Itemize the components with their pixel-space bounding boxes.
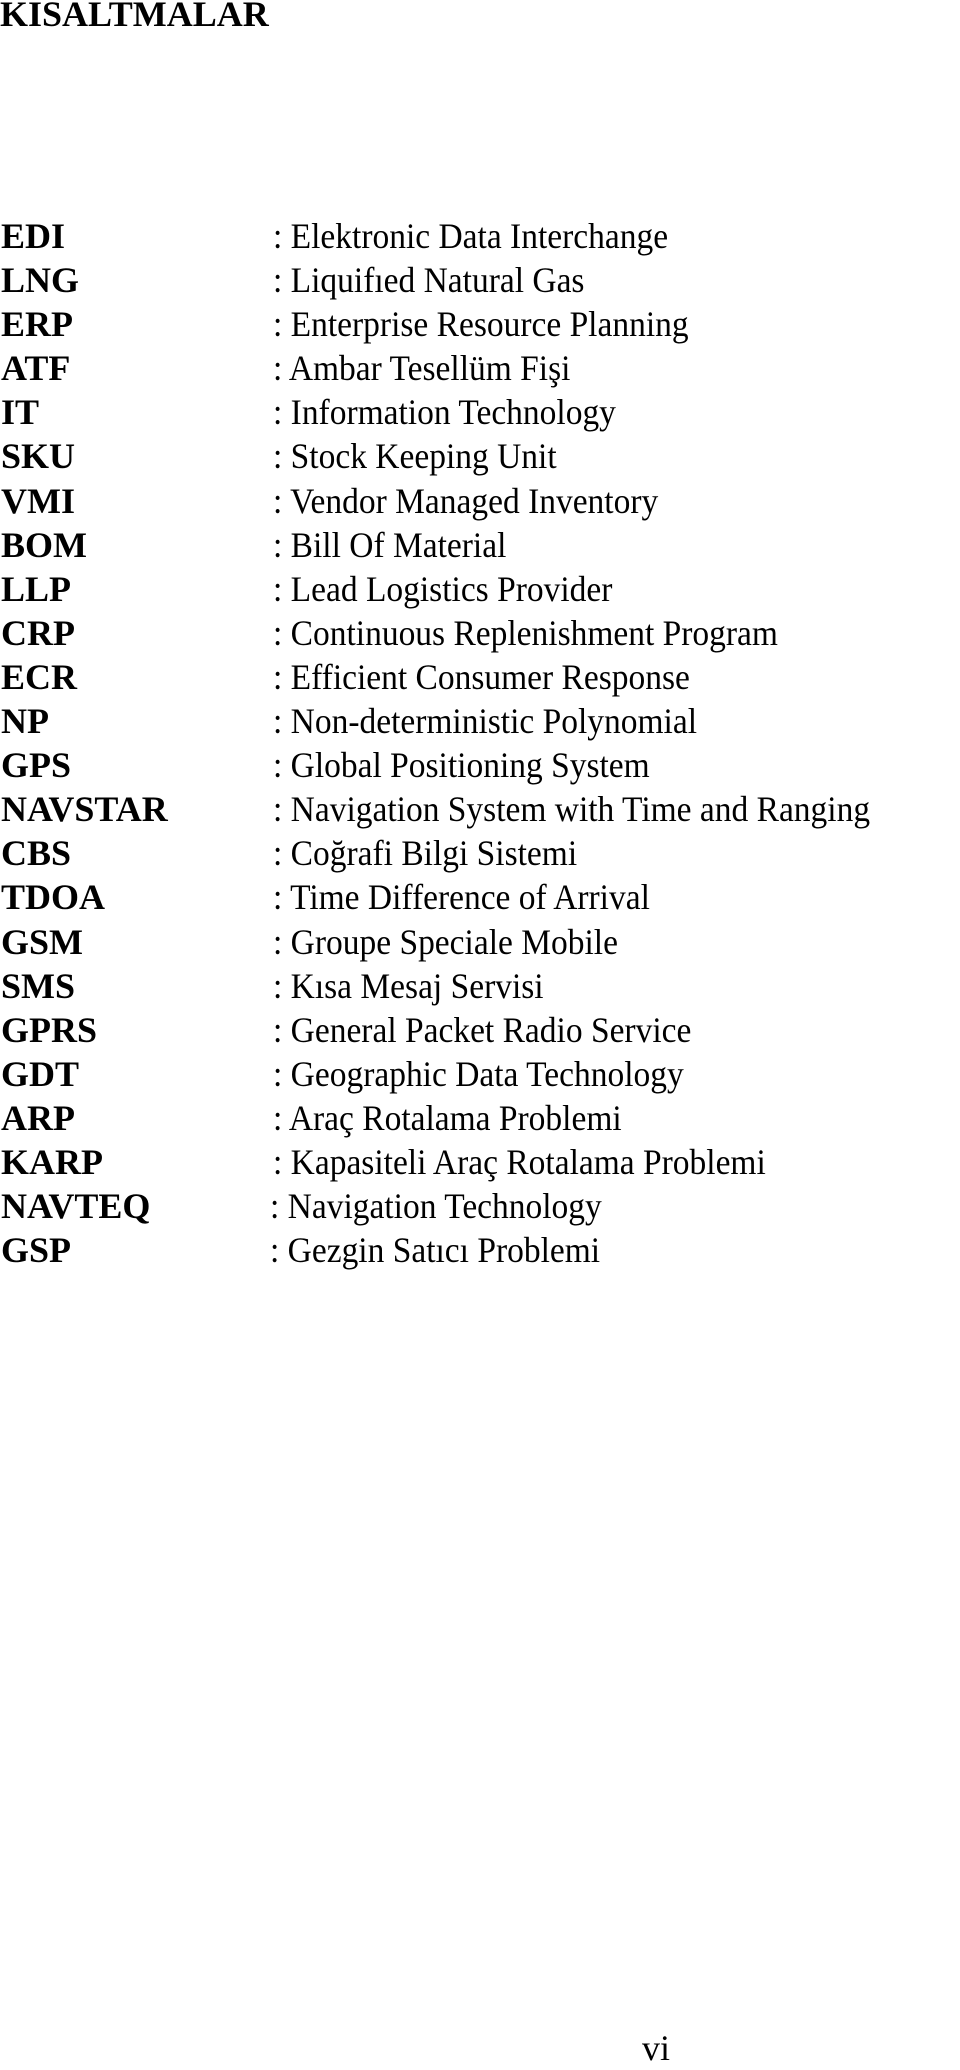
abbreviation-term: GPS [1,745,72,786]
abbreviation-definition: : Coğrafi Bilgi Sistemi [273,833,578,874]
abbreviation-term: LLP [1,568,72,609]
abbreviation-term: EDI [1,216,66,256]
page-title: KISALTMALAR [0,0,269,34]
abbreviation-list: EDI : Elektronic Data Interchange LNG : Li… [0,214,960,1272]
abbreviation-definition: : Kısa Mesaj Servisi [273,965,544,1006]
abbreviation-row: EDI : Elektronic Data Interchange [0,214,960,258]
abbreviation-row: NAVTEQ : Navigation Technology [0,1184,960,1228]
abbreviation-term: KARP [1,1141,103,1182]
abbreviation-definition: : Information Technology [273,392,616,433]
abbreviation-term: ECR [1,656,78,697]
abbreviation-definition: : Non-deterministic Polynomial [273,701,698,742]
abbreviation-term: NAVSTAR [1,789,168,830]
abbreviation-term: TDOA [1,877,106,918]
abbreviation-row: SKU : Stock Keeping Unit [0,434,960,478]
abbreviation-definition: : General Packet Radio Service [273,1009,692,1050]
abbreviation-row: LLP : Lead Logistics Provider [0,567,960,611]
abbreviation-definition: : Continuous Replenishment Program [273,612,778,653]
abbreviation-row: CBS : Coğrafi Bilgi Sistemi [0,831,960,875]
abbreviation-row: KARP : Kapasiteli Araç Rotalama Problemi [0,1140,960,1184]
abbreviation-term: CBS [1,833,72,874]
abbreviation-row: VMI : Vendor Managed Inventory [0,479,960,523]
abbreviation-definition: : Ambar Tesellüm Fişi [273,348,571,389]
abbreviation-term: SMS [1,965,76,1006]
abbreviation-row: BOM : Bill Of Material [0,523,960,567]
abbreviation-term: SKU [1,436,76,477]
abbreviation-definition: : Elektronic Data Interchange [273,216,669,256]
abbreviation-row: NAVSTAR : Navigation System with Time and… [0,787,960,831]
abbreviation-definition: : Navigation System with Time and Rangin… [273,789,871,830]
abbreviation-definition: : Time Difference of Arrival [273,877,650,918]
abbreviation-term: NAVTEQ [1,1186,151,1227]
abbreviation-row: IT : Information Technology [0,390,960,434]
page-number: vi [642,2028,671,2068]
abbreviation-definition: : Navigation Technology [270,1186,602,1227]
abbreviation-definition: : Geographic Data Technology [273,1053,684,1094]
abbreviation-row: ECR : Efficient Consumer Response [0,655,960,699]
abbreviation-row: GDT : Geographic Data Technology [0,1052,960,1096]
abbreviation-definition: : Vendor Managed Inventory [273,480,659,521]
abbreviation-row: SMS : Kısa Mesaj Servisi [0,964,960,1008]
abbreviation-definition: : Liquifıed Natural Gas [273,260,585,301]
abbreviation-definition: : Stock Keeping Unit [273,436,557,477]
abbreviation-definition: : Gezgin Satıcı Problemi [270,1230,601,1271]
abbreviation-row: TDOA : Time Difference of Arrival [0,875,960,919]
abbreviation-row: GPS : Global Positioning System [0,743,960,787]
abbreviation-definition: : Groupe Speciale Mobile [273,921,618,962]
abbreviation-term: LNG [1,260,80,301]
abbreviation-row: NP : Non-deterministic Polynomial [0,699,960,743]
abbreviation-row: LNG : Liquifıed Natural Gas [0,258,960,302]
abbreviation-definition: : Kapasiteli Araç Rotalama Problemi [273,1141,766,1182]
abbreviation-row: GSM : Groupe Speciale Mobile [0,920,960,964]
abbreviation-term: VMI [1,480,75,521]
abbreviation-definition: : Lead Logistics Provider [273,568,613,609]
abbreviation-row: ATF : Ambar Tesellüm Fişi [0,346,960,390]
abbreviation-row: CRP : Continuous Replenishment Program [0,611,960,655]
abbreviation-term: GDT [1,1053,80,1094]
abbreviation-term: GSP [1,1230,72,1271]
abbreviation-definition: : Bill Of Material [273,524,507,565]
abbreviation-term: ERP [1,304,73,345]
abbreviation-term: CRP [1,612,75,653]
abbreviation-definition: : Enterprise Resource Planning [273,304,689,345]
abbreviation-row: GSP : Gezgin Satıcı Problemi [0,1228,960,1272]
abbreviation-definition: : Efficient Consumer Response [273,656,690,697]
abbreviation-row: GPRS : General Packet Radio Service [0,1008,960,1052]
abbreviation-definition: : Global Positioning System [273,745,650,786]
abbreviation-term: GPRS [1,1009,98,1050]
abbreviation-row: ERP : Enterprise Resource Planning [0,302,960,346]
abbreviation-term: IT [1,392,40,433]
abbreviation-row: ARP : Araç Rotalama Problemi [0,1096,960,1140]
abbreviation-definition: : Araç Rotalama Problemi [273,1097,622,1138]
abbreviation-term: ARP [1,1097,75,1138]
abbreviation-term: ATF [1,348,71,389]
abbreviation-term: NP [1,701,49,742]
abbreviation-term: BOM [1,524,87,565]
abbreviation-term: GSM [1,921,84,962]
